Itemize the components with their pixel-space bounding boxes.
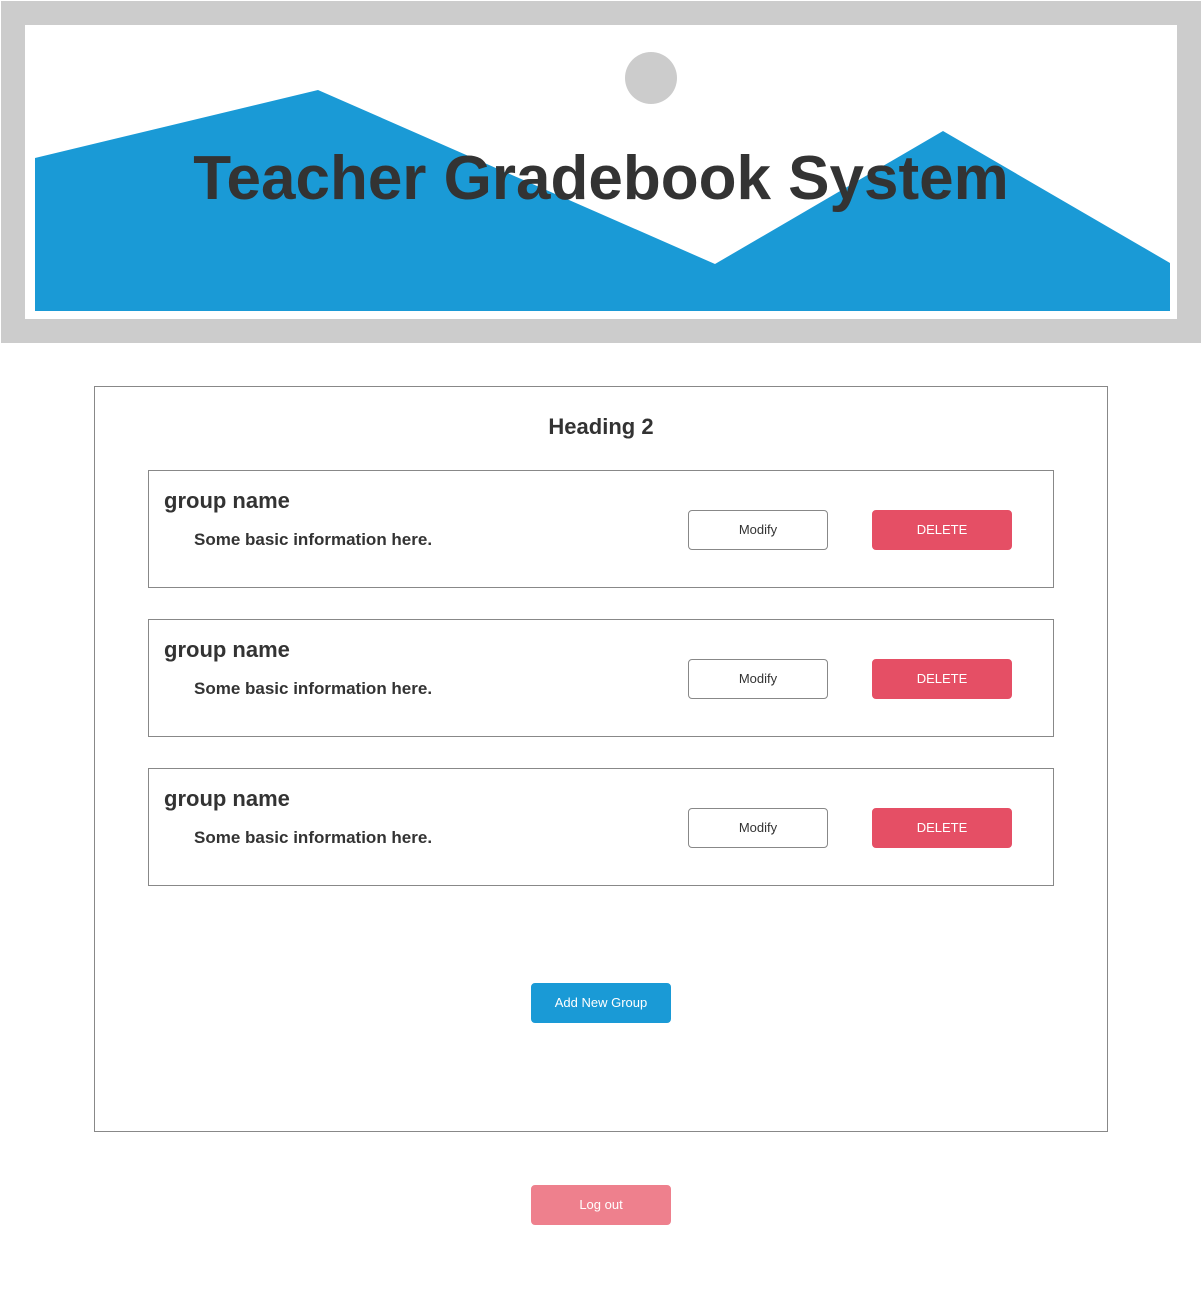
sun-icon <box>625 52 677 104</box>
delete-group-button[interactable]: DELETE <box>872 510 1012 550</box>
panel-heading: Heading 2 <box>548 414 654 439</box>
modify-group-button[interactable]: Modify <box>688 659 828 699</box>
group-card: group name Some basic information here. … <box>148 619 1054 737</box>
group-name: group name <box>164 786 290 811</box>
groups-panel: Heading 2 group name Some basic informat… <box>94 386 1108 1132</box>
delete-group-button[interactable]: DELETE <box>872 808 1012 848</box>
logout-button[interactable]: Log out <box>531 1185 671 1225</box>
group-info: Some basic information here. <box>194 679 433 698</box>
group-info: Some basic information here. <box>194 828 433 847</box>
group-info: Some basic information here. <box>194 530 433 549</box>
modify-group-button[interactable]: Modify <box>688 808 828 848</box>
add-new-group-button[interactable]: Add New Group <box>531 983 671 1023</box>
group-name: group name <box>164 637 290 662</box>
group-card: group name Some basic information here. … <box>148 470 1054 588</box>
group-card: group name Some basic information here. … <box>148 768 1054 886</box>
header-image-frame: Teacher Gradebook System <box>25 25 1177 319</box>
header-banner: Teacher Gradebook System <box>1 1 1201 343</box>
group-name: group name <box>164 488 290 513</box>
page-title: Teacher Gradebook System <box>193 144 1009 213</box>
delete-group-button[interactable]: DELETE <box>872 659 1012 699</box>
modify-group-button[interactable]: Modify <box>688 510 828 550</box>
